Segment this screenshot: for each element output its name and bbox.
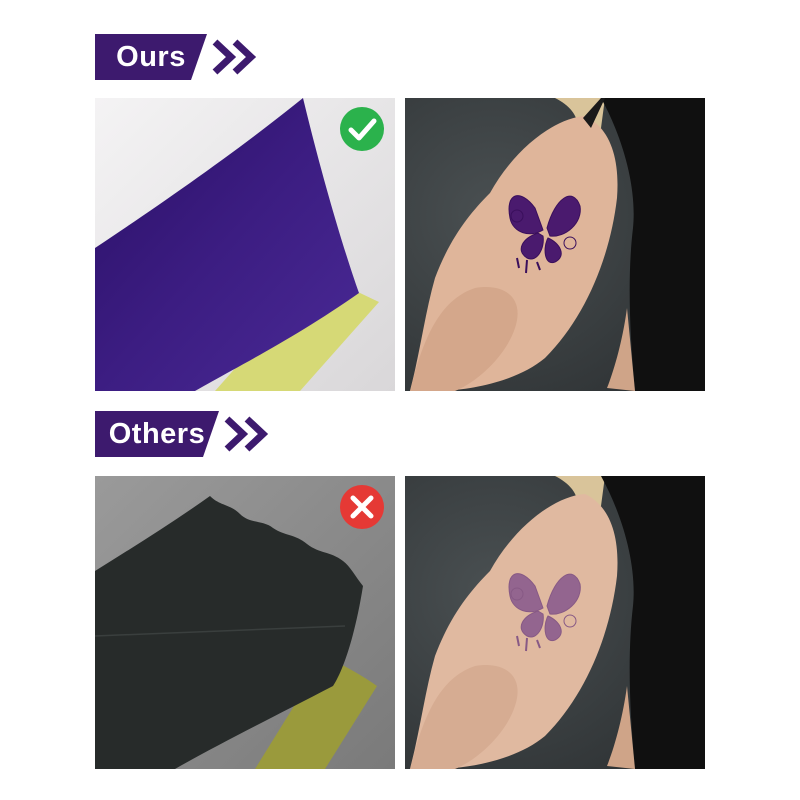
ours-paper-image xyxy=(95,98,395,391)
others-label: Others xyxy=(95,411,219,457)
double-chevron-right-icon xyxy=(212,39,257,75)
double-chevron-right-icon xyxy=(224,416,269,452)
ours-tattoo-photo xyxy=(405,98,705,391)
check-icon xyxy=(340,107,384,151)
x-icon xyxy=(340,485,384,529)
others-tattoo-photo xyxy=(405,476,705,769)
ours-label: Ours xyxy=(95,34,207,80)
ours-banner: Ours xyxy=(95,34,265,80)
others-paper-image xyxy=(95,476,395,769)
others-banner: Others xyxy=(95,411,277,457)
